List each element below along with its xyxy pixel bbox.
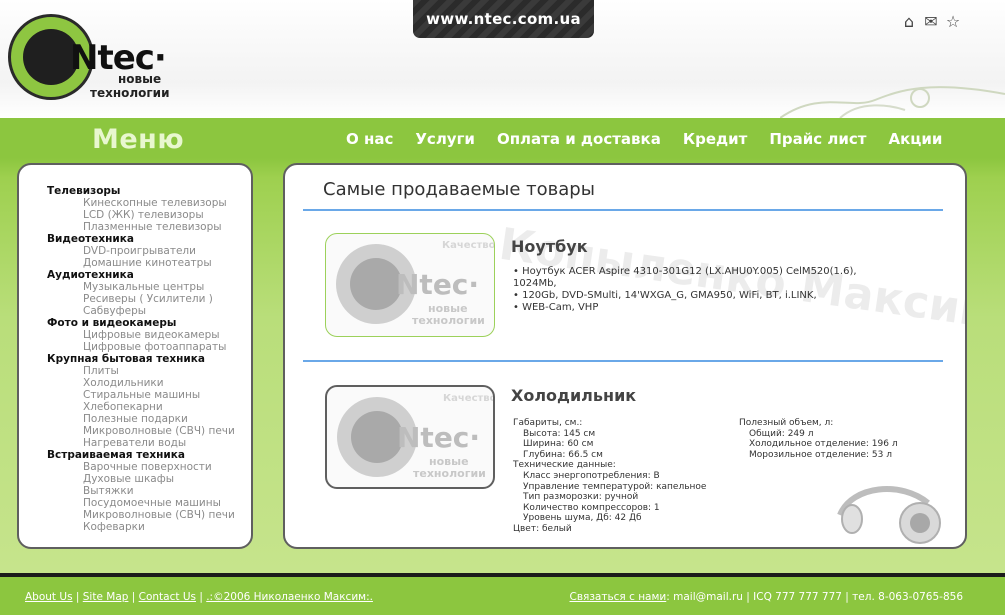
sidebar-category[interactable]: Фото и видеокамеры [47, 317, 251, 329]
main-nav: О нас Услуги Оплата и доставка Кредит Пр… [346, 130, 964, 148]
product-specs-right: Полезный объем, л: Общий: 249 л Холодильно… [739, 418, 939, 460]
menu-title: Меню [92, 124, 185, 155]
nav-promotions[interactable]: Акции [888, 130, 942, 148]
thumb-brand: Ntec· [396, 268, 480, 301]
sidebar-subcategory[interactable]: Варочные поверхности [47, 461, 251, 473]
category-list: Телевизоры Кинескопные телевизоры LCD (ЖК)… [19, 165, 251, 533]
spec-line: Количество компрессоров: 1 [523, 502, 660, 513]
spec-line: Класс энергопотребления: В [523, 470, 660, 481]
mail-icon[interactable]: ✉ [922, 13, 940, 31]
footer-link-about[interactable]: About Us [25, 591, 73, 603]
header: www.ntec.com.ua Ntec· новые технологии ⌂… [0, 0, 1005, 119]
sidebar-subcategory[interactable]: Ресиверы ( Усилители ) [47, 293, 251, 305]
footer-copyright[interactable]: .:©2006 Николаенко Максим:. [206, 591, 373, 603]
product-image-notebook[interactable]: Ntec· новые технологии Качество [325, 233, 495, 337]
sidebar-subcategory[interactable]: Микроволновые (СВЧ) печи [47, 425, 251, 437]
header-icons: ⌂ ✉ ☆ [900, 13, 962, 31]
nav-about[interactable]: О нас [346, 130, 393, 148]
spec-line: Уровень шума, Дб: 42 Дб [523, 513, 642, 524]
sidebar-category[interactable]: Крупная бытовая техника [47, 353, 251, 365]
feature-item: • 120Gb, DVD-SMulti, 14'WXGA_G, GMA950, … [513, 290, 817, 301]
product-specs-left: Габариты, см.: Высота: 145 см Ширина: 60 с… [513, 418, 733, 535]
product-image-fridge[interactable]: Ntec· новые технологии Качество [325, 385, 495, 489]
nav-credit[interactable]: Кредит [683, 130, 748, 148]
site-url-banner: www.ntec.com.ua [413, 0, 594, 38]
sidebar-subcategory[interactable]: Цифровые видеокамеры [47, 329, 251, 341]
sidebar-subcategory[interactable]: LCD (ЖК) телевизоры [47, 209, 251, 221]
footer-link-sitemap[interactable]: Site Map [83, 591, 129, 603]
spec-line: Тип разморозки: ручной [523, 492, 639, 503]
home-icon[interactable]: ⌂ [900, 13, 918, 31]
footer-links: About Us | Site Map | Contact Us | .:©20… [25, 591, 373, 603]
sidebar-subcategory[interactable]: Домашние кинотеатры [47, 257, 251, 269]
footer: About Us | Site Map | Contact Us | .:©20… [0, 573, 1005, 615]
spec-line: Полезный объем, л: [739, 418, 834, 428]
sidebar-category[interactable]: Встраиваемая техника [47, 449, 251, 461]
thumb-tagline-2: технологии [413, 467, 486, 480]
feature-item: • WEB-Cam, VHP [513, 302, 599, 313]
spec-line: Высота: 145 см [523, 428, 596, 439]
sidebar-subcategory[interactable]: Музыкальные центры [47, 281, 251, 293]
thumb-quality: Качество [443, 393, 495, 404]
sidebar-subcategory[interactable]: Полезные подарки [47, 413, 251, 425]
sidebar-subcategory[interactable]: Микроволновые (СВЧ) печи [47, 509, 251, 521]
spec-line: Глубина: 66.5 см [523, 449, 603, 460]
decorative-swirl [780, 86, 1005, 119]
headphones-decoration [837, 486, 941, 544]
sidebar-category[interactable]: Телевизоры [47, 185, 251, 197]
logo-tagline-1: новые [118, 72, 162, 86]
spec-line: Морозильное отделение: 53 л [749, 449, 892, 460]
thumb-brand: Ntec· [397, 421, 481, 454]
spec-line: Общий: 249 л [749, 428, 814, 439]
nav-price-list[interactable]: Прайс лист [769, 130, 866, 148]
nav-services[interactable]: Услуги [415, 130, 475, 148]
category-sidebar: Телевизоры Кинескопные телевизоры LCD (ЖК)… [17, 163, 253, 549]
sidebar-subcategory[interactable]: Хлебопекарни [47, 401, 251, 413]
sidebar-subcategory[interactable]: Духовые шкафы [47, 473, 251, 485]
thumb-quality: Качество [442, 240, 495, 251]
sidebar-subcategory[interactable]: Цифровые фотоаппараты [47, 341, 251, 353]
sidebar-category[interactable]: Видеотехника [47, 233, 251, 245]
product-title[interactable]: Ноутбук [511, 237, 588, 256]
footer-link-contact[interactable]: Contact Us [139, 591, 196, 603]
product-features: • Ноутбук ACER Aspire 4310-301G12 (LX.AH… [513, 266, 893, 314]
divider [303, 209, 943, 211]
sidebar-subcategory[interactable]: Холодильники [47, 377, 251, 389]
spec-line: Ширина: 60 см [523, 439, 594, 450]
sidebar-subcategory[interactable]: Вытяжки [47, 485, 251, 497]
spec-line: Цвет: белый [513, 523, 572, 534]
site-logo[interactable]: Ntec· новые технологии [8, 12, 170, 104]
feature-item: • Ноутбук ACER Aspire 4310-301G12 (LX.AH… [513, 266, 857, 289]
spec-line: Холодильное отделение: 196 л [749, 439, 898, 450]
thumb-tagline-2: технологии [412, 314, 485, 327]
spec-line: Технические данные: [513, 460, 616, 471]
sidebar-subcategory[interactable]: Посудомоечные машины [47, 497, 251, 509]
spec-line: Габариты, см.: [513, 418, 583, 428]
spec-line: Управление температурой: капельное [523, 481, 707, 492]
sidebar-subcategory[interactable]: DVD-проигрыватели [47, 245, 251, 257]
contact-us-link[interactable]: Связаться с нами [570, 591, 667, 603]
sidebar-subcategory[interactable]: Плиты [47, 365, 251, 377]
star-icon[interactable]: ☆ [944, 13, 962, 31]
footer-contact: Связаться с нами: mail@mail.ru | ICQ 777… [570, 591, 964, 603]
logo-tagline-2: технологии [90, 86, 170, 100]
sidebar-category[interactable]: Аудиотехника [47, 269, 251, 281]
sidebar-subcategory[interactable]: Нагреватели воды [47, 437, 251, 449]
sidebar-subcategory[interactable]: Стиральные машины [47, 389, 251, 401]
sidebar-subcategory[interactable]: Сабвуферы [47, 305, 251, 317]
page-title: Самые продаваемые товары [323, 179, 595, 200]
nav-payment-delivery[interactable]: Оплата и доставка [497, 130, 661, 148]
contact-details: : mail@mail.ru | ICQ 777 777 777 | тел. … [666, 591, 963, 603]
product-title[interactable]: Холодильник [511, 386, 636, 405]
sidebar-subcategory[interactable]: Кофеварки [47, 521, 251, 533]
sidebar-subcategory[interactable]: Кинескопные телевизоры [47, 197, 251, 209]
sidebar-subcategory[interactable]: Плазменные телевизоры [47, 221, 251, 233]
divider [303, 360, 943, 362]
